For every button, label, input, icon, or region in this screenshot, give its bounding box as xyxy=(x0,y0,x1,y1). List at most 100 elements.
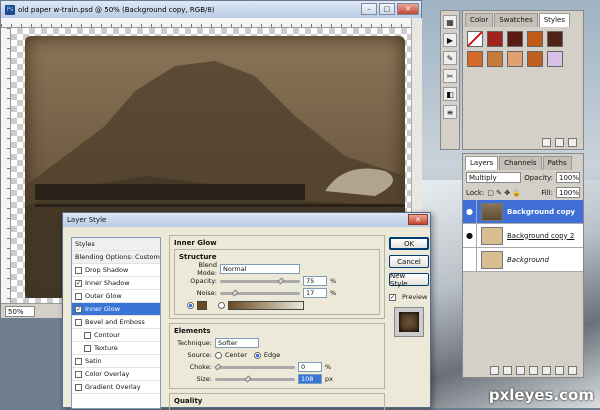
style-checkbox[interactable]: ✓ xyxy=(75,279,82,287)
size-input[interactable]: 108 xyxy=(298,374,322,384)
tab-paths[interactable]: Paths xyxy=(542,156,572,170)
style-checkbox[interactable] xyxy=(75,357,82,365)
layers-comp-icon[interactable]: ≡ xyxy=(443,105,457,119)
clear-style-icon[interactable] xyxy=(542,138,551,147)
cancel-button[interactable]: Cancel xyxy=(389,255,429,268)
style-list-item[interactable]: Gradient Overlay xyxy=(72,381,160,394)
close-button[interactable]: ✕ xyxy=(397,3,419,15)
style-list-item[interactable]: ✓ Inner Shadow xyxy=(72,277,160,290)
blend-mode-dropdown[interactable]: Normal xyxy=(220,264,300,274)
fx-icon[interactable] xyxy=(503,366,512,375)
style-swatch[interactable] xyxy=(547,51,563,67)
style-list-item[interactable]: Blending Options: Custom xyxy=(72,251,160,264)
minimize-button[interactable]: – xyxy=(361,3,377,15)
preview-checkbox[interactable]: ✓ xyxy=(389,293,396,301)
layer-background[interactable]: Background xyxy=(463,248,583,272)
ok-button[interactable]: OK xyxy=(389,237,429,250)
style-checkbox[interactable] xyxy=(75,318,82,326)
choke-slider[interactable] xyxy=(214,363,295,370)
new-layer-icon[interactable] xyxy=(555,366,564,375)
style-checkbox[interactable] xyxy=(84,344,91,352)
tab-channels[interactable]: Channels xyxy=(499,156,542,170)
gradient-radio[interactable] xyxy=(218,301,225,309)
dialog-title: Layer Style xyxy=(67,216,107,224)
style-checkbox[interactable] xyxy=(84,331,91,339)
style-list-item[interactable]: Drop Shadow xyxy=(72,264,160,277)
blend-mode-select[interactable]: Multiply xyxy=(466,172,522,183)
folder-icon[interactable] xyxy=(542,366,551,375)
fill-field[interactable]: 100% xyxy=(556,187,580,198)
style-swatch[interactable] xyxy=(547,31,563,47)
style-swatch[interactable] xyxy=(507,31,523,47)
info-icon[interactable]: ◧ xyxy=(443,87,457,101)
layer-background-copy-2[interactable]: ● Background copy 2 xyxy=(463,224,583,248)
opacity-slider[interactable] xyxy=(220,277,300,284)
style-list-item[interactable]: Outer Glow xyxy=(72,290,160,303)
trash-icon[interactable] xyxy=(568,366,577,375)
style-list-item[interactable]: Satin xyxy=(72,355,160,368)
style-swatch[interactable] xyxy=(527,31,543,47)
link-icon[interactable] xyxy=(490,366,499,375)
adjustment-icon[interactable] xyxy=(529,366,538,375)
tab-color[interactable]: Color xyxy=(465,13,494,27)
tab-swatches[interactable]: Swatches xyxy=(494,13,538,27)
style-list-item[interactable]: Contour xyxy=(72,329,160,342)
preview-label: Preview xyxy=(402,293,428,301)
style-swatch[interactable] xyxy=(467,51,483,67)
style-list-item[interactable]: Styles xyxy=(72,238,160,251)
style-swatch[interactable] xyxy=(527,51,543,67)
tab-layers[interactable]: Layers xyxy=(465,156,499,170)
brush-icon[interactable]: ✎ xyxy=(443,51,457,65)
mask-icon[interactable] xyxy=(516,366,525,375)
opacity-input[interactable]: 75 xyxy=(303,276,327,286)
style-swatch[interactable] xyxy=(507,51,523,67)
noise-slider[interactable] xyxy=(220,289,300,296)
eye-icon[interactable]: ● xyxy=(463,224,477,247)
style-swatch[interactable] xyxy=(487,31,503,47)
style-checkbox[interactable] xyxy=(75,266,82,274)
lock-icons[interactable]: ▢ ✎ ✥ 🔒 xyxy=(487,189,538,197)
size-slider[interactable] xyxy=(215,375,295,382)
glow-color-swatch[interactable] xyxy=(197,300,207,310)
style-list: Styles Blending Options: Custom Drop Shado… xyxy=(71,237,161,409)
opacity-field[interactable]: 100% xyxy=(556,172,580,183)
palette-icon[interactable]: ▦ xyxy=(443,15,457,29)
new-style-icon[interactable] xyxy=(555,138,564,147)
dialog-close-button[interactable]: ✕ xyxy=(408,214,428,225)
technique-dropdown[interactable]: Softer xyxy=(215,338,259,348)
style-swatch[interactable] xyxy=(467,31,483,47)
solid-color-radio[interactable] xyxy=(187,301,194,309)
document-titlebar[interactable]: Ps old paper w-train.psd @ 50% (Backgrou… xyxy=(1,1,421,18)
history-icon[interactable]: ▶ xyxy=(443,33,457,47)
tab-styles[interactable]: Styles xyxy=(538,13,570,27)
slider-knob[interactable] xyxy=(244,375,252,382)
layer-thumbnail xyxy=(481,250,503,269)
layer-name: Background xyxy=(507,255,549,264)
style-checkbox[interactable]: ✓ xyxy=(75,305,82,313)
new-style-button[interactable]: New Style... xyxy=(389,272,429,288)
style-checkbox[interactable] xyxy=(75,383,82,391)
center-radio[interactable] xyxy=(215,351,222,359)
edge-radio[interactable] xyxy=(253,351,261,359)
glow-gradient-picker[interactable] xyxy=(228,300,304,310)
style-list-item[interactable]: Texture xyxy=(72,342,160,355)
zoom-field[interactable]: 50% xyxy=(5,305,35,317)
eye-icon[interactable]: ● xyxy=(463,200,477,223)
slider-knob[interactable] xyxy=(231,289,239,296)
slider-knob[interactable] xyxy=(277,277,285,284)
delete-style-icon[interactable] xyxy=(568,138,577,147)
style-list-item[interactable]: Color Overlay xyxy=(72,368,160,381)
dialog-titlebar[interactable]: Layer Style xyxy=(63,213,430,227)
style-swatch[interactable] xyxy=(487,51,503,67)
eye-icon[interactable] xyxy=(463,248,477,271)
maximize-button[interactable]: □ xyxy=(379,3,395,15)
style-list-item[interactable]: Bevel and Emboss xyxy=(72,316,160,329)
noise-input[interactable]: 17 xyxy=(303,288,327,298)
style-checkbox[interactable] xyxy=(75,370,82,378)
slider-knob[interactable] xyxy=(214,363,222,370)
layer-background-copy[interactable]: ● Background copy xyxy=(463,200,583,224)
style-list-item[interactable]: ✓ Inner Glow xyxy=(72,303,160,316)
choke-input[interactable]: 0 xyxy=(298,362,322,372)
tools-icon[interactable]: ✂ xyxy=(443,69,457,83)
style-checkbox[interactable] xyxy=(75,292,82,300)
